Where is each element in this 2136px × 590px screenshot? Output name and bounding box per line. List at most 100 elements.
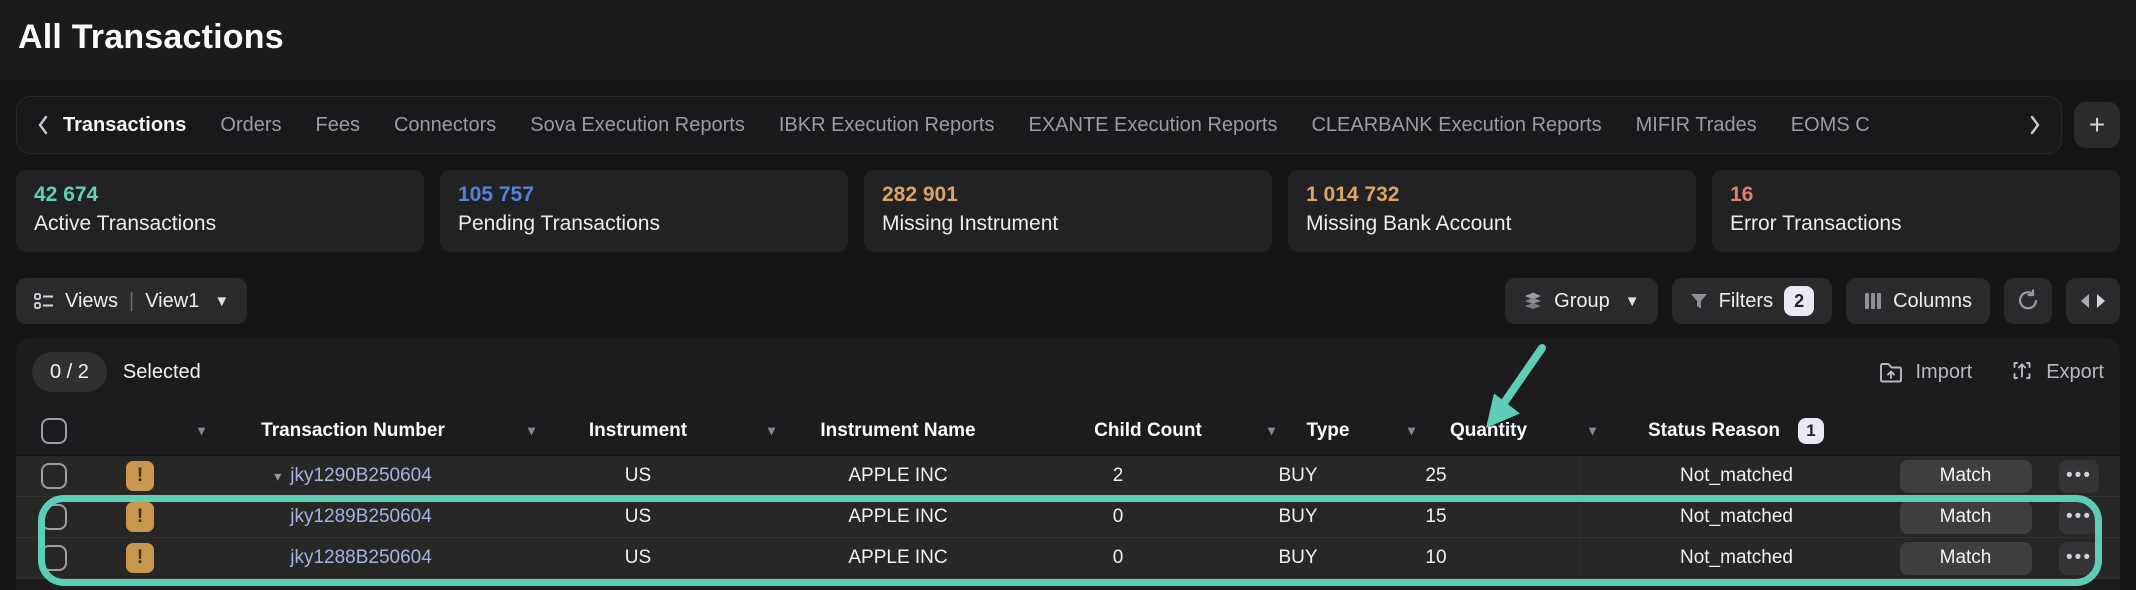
refresh-icon xyxy=(2016,289,2040,313)
cell-instrument: US xyxy=(518,456,758,496)
column-menu-icon[interactable]: ▾ xyxy=(1589,422,1596,439)
cell-status-reason: Not_matched xyxy=(1579,456,1893,496)
column-menu-icon[interactable]: ▾ xyxy=(528,422,535,439)
tab-eoms-c[interactable]: EOMS C xyxy=(1774,114,1887,137)
toolbar-right: Group ▼ Filters 2 Columns xyxy=(1505,278,2120,324)
row-expand-icon[interactable]: ▾ xyxy=(274,468,281,485)
row-menu-button[interactable]: ••• xyxy=(2059,501,2099,534)
table-row[interactable]: ! ▾ jky1289B250604 US APPLE INC 0 BUY 15… xyxy=(16,497,2120,538)
stat-label: Error Transactions xyxy=(1730,212,2102,236)
col-label-status-reason[interactable]: Status Reason xyxy=(1648,420,1780,442)
stat-value: 105 757 xyxy=(458,183,830,207)
add-tab-button[interactable]: + xyxy=(2074,102,2120,148)
column-menu-icon[interactable]: ▾ xyxy=(198,422,205,439)
filter-funnel-icon xyxy=(1690,293,1708,310)
selected-count-pill: 0 / 2 xyxy=(32,352,107,392)
cell-status-reason: Not_matched xyxy=(1579,497,1893,537)
header-cell-action xyxy=(1893,406,2038,455)
row-checkbox[interactable] xyxy=(41,504,67,530)
column-menu-icon[interactable]: ▾ xyxy=(768,422,775,439)
header-cell-warning xyxy=(92,406,188,455)
stat-label: Missing Instrument xyxy=(882,212,1254,236)
group-label: Group xyxy=(1554,290,1610,313)
row-menu-button[interactable]: ••• xyxy=(2059,460,2099,493)
tab-sova-execution-reports[interactable]: Sova Execution Reports xyxy=(513,114,762,137)
cell-type: BUY xyxy=(1258,538,1398,578)
column-menu-icon[interactable]: ▾ xyxy=(1408,422,1415,439)
transactions-panel: 0 / 2 Selected Import Export xyxy=(16,338,2120,590)
stat-value: 16 xyxy=(1730,183,2102,207)
match-button[interactable]: Match xyxy=(1900,460,2032,493)
header-cell-select xyxy=(16,406,92,455)
stat-cards: 42 674Active Transactions105 757Pending … xyxy=(16,170,2120,252)
tab-fees[interactable]: Fees xyxy=(299,114,377,137)
warning-icon: ! xyxy=(126,461,154,491)
refresh-button[interactable] xyxy=(2004,278,2052,324)
match-button[interactable]: Match xyxy=(1900,501,2032,534)
page-title: All Transactions xyxy=(18,18,2118,57)
stat-card-pending-transactions: 105 757Pending Transactions xyxy=(440,170,848,252)
col-label-type[interactable]: Type xyxy=(1307,420,1350,442)
filters-count-badge: 2 xyxy=(1784,286,1814,316)
row-menu-button[interactable]: ••• xyxy=(2059,542,2099,575)
cell-transaction-number[interactable]: jky1290B250604 xyxy=(290,465,432,487)
cell-type: BUY xyxy=(1258,497,1398,537)
views-button[interactable]: Views | View1 ▼ xyxy=(16,278,247,324)
title-bar: All Transactions xyxy=(0,0,2136,80)
tab-connectors[interactable]: Connectors xyxy=(377,114,513,137)
group-button[interactable]: Group ▼ xyxy=(1505,278,1657,324)
table-row[interactable]: ! ▾ jky1288B250604 US APPLE INC 0 BUY 10… xyxy=(16,538,2120,579)
cell-instrument-name: APPLE INC xyxy=(758,538,1038,578)
cell-child-count: 2 xyxy=(1038,456,1258,496)
pager-button[interactable] xyxy=(2066,278,2120,324)
stat-label: Missing Bank Account xyxy=(1306,212,1678,236)
stat-label: Active Transactions xyxy=(34,212,406,236)
column-menu-icon[interactable]: ▾ xyxy=(1268,422,1275,439)
tab-ibkr-execution-reports[interactable]: IBKR Execution Reports xyxy=(762,114,1012,137)
tab-clearbank-execution-reports[interactable]: CLEARBANK Execution Reports xyxy=(1294,114,1618,137)
export-icon xyxy=(2010,360,2034,384)
ellipsis-icon: ••• xyxy=(2066,465,2092,486)
next-page-icon[interactable] xyxy=(2097,294,2105,308)
filters-button[interactable]: Filters 2 xyxy=(1672,278,1832,324)
col-label-transaction-number[interactable]: Transaction Number xyxy=(261,420,445,442)
export-label: Export xyxy=(2046,361,2104,384)
tab-mifir-trades[interactable]: MIFIR Trades xyxy=(1619,114,1774,137)
layers-icon xyxy=(1523,291,1543,311)
toolbar: Views | View1 ▼ Group ▼ Filters 2 xyxy=(16,278,2120,324)
cell-child-count: 0 xyxy=(1038,538,1258,578)
row-checkbox[interactable] xyxy=(41,463,67,489)
tab-list: TransactionsOrdersFeesConnectorsSova Exe… xyxy=(55,114,2023,137)
export-button[interactable]: Export xyxy=(2010,360,2104,384)
header-cell-transaction-number: ▾ Transaction Number xyxy=(188,406,518,455)
cell-child-count: 0 xyxy=(1038,497,1258,537)
match-button[interactable]: Match xyxy=(1900,542,2032,575)
col-label-instrument-name[interactable]: Instrument Name xyxy=(820,420,975,442)
cell-quantity: 25 xyxy=(1398,456,1579,496)
tabs-scroll-left-icon[interactable] xyxy=(31,114,55,136)
cell-instrument: US xyxy=(518,497,758,537)
table-row[interactable]: ! ▾ jky1290B250604 US APPLE INC 2 BUY 25… xyxy=(16,456,2120,497)
cell-type: BUY xyxy=(1258,456,1398,496)
tab-transactions[interactable]: Transactions xyxy=(55,114,203,137)
filters-label: Filters xyxy=(1719,290,1773,313)
tab-exante-execution-reports[interactable]: EXANTE Execution Reports xyxy=(1011,114,1294,137)
import-label: Import xyxy=(1916,361,1973,384)
col-label-child-count[interactable]: Child Count xyxy=(1094,420,1202,442)
cell-quantity: 10 xyxy=(1398,538,1579,578)
tabs-scroll-right-icon[interactable] xyxy=(2023,114,2047,136)
columns-button[interactable]: Columns xyxy=(1846,278,1990,324)
status-reason-count-badge: 1 xyxy=(1798,418,1824,444)
stat-value: 1 014 732 xyxy=(1306,183,1678,207)
tab-orders[interactable]: Orders xyxy=(203,114,298,137)
previous-page-icon[interactable] xyxy=(2081,294,2089,308)
warning-icon: ! xyxy=(126,502,154,532)
select-all-checkbox[interactable] xyxy=(41,418,67,444)
cell-transaction-number[interactable]: jky1289B250604 xyxy=(290,506,432,528)
views-divider: | xyxy=(129,290,134,313)
import-button[interactable]: Import xyxy=(1878,360,1973,384)
col-label-instrument[interactable]: Instrument xyxy=(589,420,687,442)
cell-transaction-number[interactable]: jky1288B250604 xyxy=(290,547,432,569)
col-label-quantity[interactable]: Quantity xyxy=(1450,420,1527,442)
row-checkbox[interactable] xyxy=(41,545,67,571)
